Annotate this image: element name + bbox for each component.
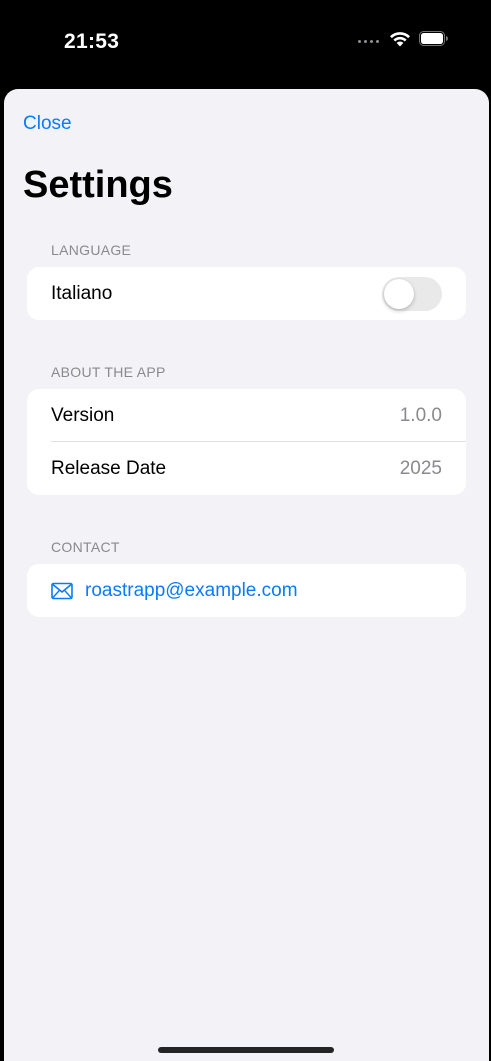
section-header-contact: CONTACT xyxy=(51,539,120,555)
status-bar: 21:53 xyxy=(0,0,491,88)
close-button[interactable]: Close xyxy=(23,113,72,135)
language-toggle[interactable] xyxy=(382,276,442,311)
wifi-icon xyxy=(389,31,411,52)
release-date-label: Release Date xyxy=(51,457,167,479)
contact-group: roastrapp@example.com xyxy=(27,564,466,617)
release-date-row: Release Date 2025 xyxy=(27,442,466,495)
toggle-knob xyxy=(384,278,414,309)
about-group: Version 1.0.0 Release Date 2025 xyxy=(27,389,466,495)
cellular-signal-icon xyxy=(358,39,379,43)
language-group: Italiano xyxy=(27,267,466,320)
status-icons xyxy=(358,30,449,52)
language-toggle-row: Italiano xyxy=(27,267,466,320)
contact-email-row[interactable]: roastrapp@example.com xyxy=(27,564,466,617)
release-date-value: 2025 xyxy=(399,457,442,479)
version-label: Version xyxy=(51,404,115,426)
envelope-icon xyxy=(51,582,73,600)
home-indicator[interactable] xyxy=(158,1047,334,1053)
status-time: 21:53 xyxy=(64,30,120,53)
screen: 21:53 Close Settings LANGUAGE Italiano A… xyxy=(0,0,491,1061)
language-toggle-label: Italiano xyxy=(51,282,113,304)
version-value: 1.0.0 xyxy=(399,404,442,426)
battery-icon xyxy=(419,31,449,51)
settings-sheet: Close Settings LANGUAGE Italiano ABOUT T… xyxy=(4,89,489,1061)
section-header-about: ABOUT THE APP xyxy=(51,364,166,380)
page-title: Settings xyxy=(23,164,173,206)
contact-email-link[interactable]: roastrapp@example.com xyxy=(85,580,298,602)
version-row: Version 1.0.0 xyxy=(27,389,466,442)
section-header-language: LANGUAGE xyxy=(51,242,132,258)
